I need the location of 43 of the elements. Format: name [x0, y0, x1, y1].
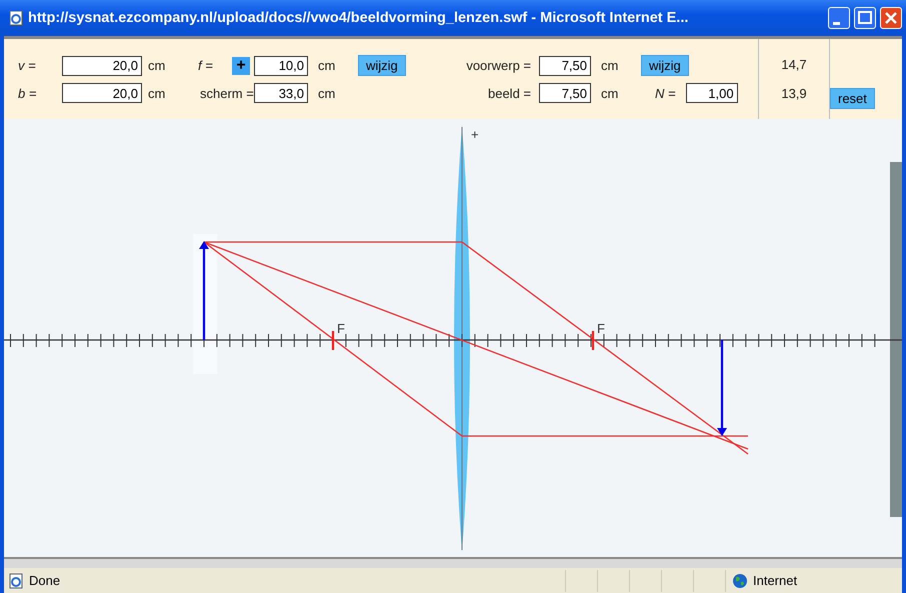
unit-label: cm — [147, 58, 166, 73]
object-arrow[interactable] — [199, 241, 209, 340]
field-label: N = — [654, 86, 676, 100]
minimize-button[interactable] — [828, 7, 850, 29]
unit-label: cm — [317, 86, 336, 100]
field-label: scherm = — [199, 86, 254, 100]
field-label: beeld = — [486, 86, 532, 100]
input-field[interactable]: 7,50 — [539, 83, 591, 103]
browser-page-icon — [8, 572, 24, 588]
maximize-button[interactable] — [854, 7, 876, 29]
sign-button[interactable]: + — [232, 56, 250, 74]
focal-label: F — [337, 321, 345, 336]
input-field[interactable]: 20,0 — [62, 83, 142, 103]
field-label: f = — [197, 58, 214, 73]
readout-value: 14,7 — [781, 57, 807, 72]
minimize-icon — [833, 22, 840, 24]
reset-button[interactable]: reset — [830, 88, 875, 109]
change-button[interactable]: wijzig — [641, 55, 689, 76]
readout-value: 13,9 — [781, 86, 807, 101]
field-label: b = — [17, 86, 38, 100]
unit-label: cm — [600, 58, 620, 73]
globe-icon — [732, 572, 748, 588]
unit-label: cm — [317, 58, 336, 73]
security-zone: Internet — [753, 573, 798, 588]
unit-label: cm — [147, 86, 166, 100]
input-field[interactable]: 20,0 — [62, 56, 142, 76]
lens-drawing[interactable] — [454, 125, 470, 552]
field-label: voorwerp = — [465, 58, 532, 73]
input-field[interactable]: 1,00 — [686, 83, 738, 103]
focal-point-mark — [592, 331, 594, 350]
browser-page-icon — [8, 10, 24, 26]
close-button[interactable] — [880, 7, 902, 29]
unit-label: cm — [600, 86, 620, 100]
input-field[interactable]: 10,0 — [254, 56, 308, 76]
input-field[interactable]: 7,50 — [539, 56, 591, 76]
window-title: http://sysnat.ezcompany.nl/upload/docs//vwo4/beeldvorming_lenzen.swf - Microsoft Internet E... — [28, 10, 690, 26]
focal-label: F — [597, 321, 605, 336]
status-text: Done — [29, 573, 62, 588]
input-field[interactable]: 33,0 — [254, 83, 308, 103]
field-label: v = — [17, 58, 37, 73]
change-button[interactable]: wijzig — [358, 55, 406, 76]
lens-sign: + — [471, 127, 479, 142]
focal-point-mark — [332, 331, 334, 350]
